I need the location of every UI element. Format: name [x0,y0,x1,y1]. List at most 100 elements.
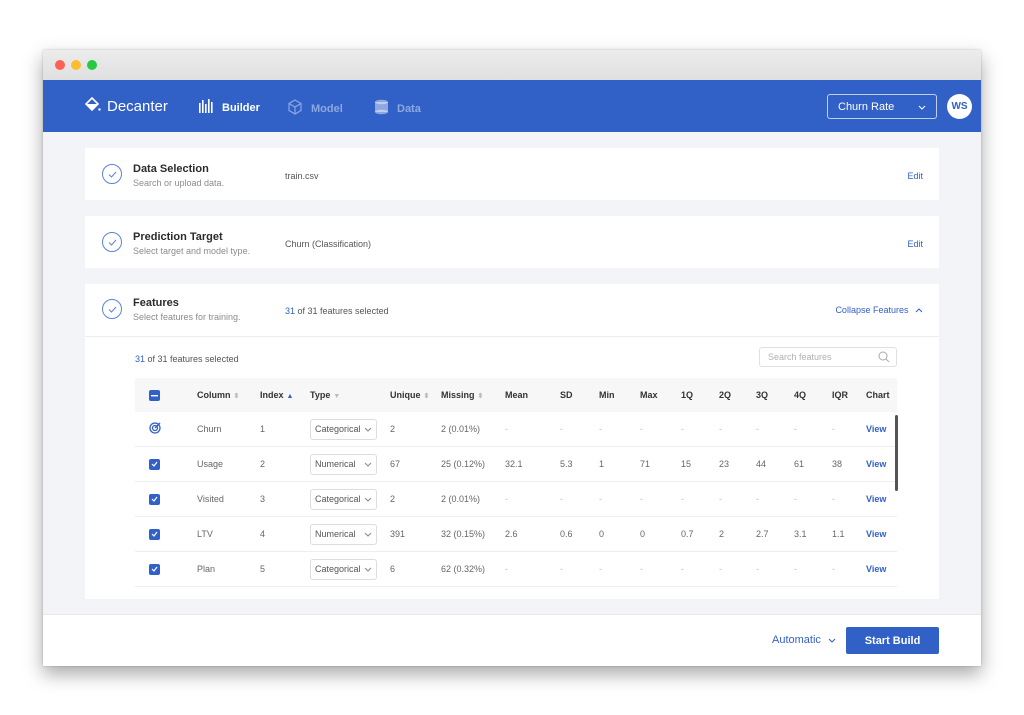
col-header-iqr: IQR [832,378,866,412]
type-select-value: Numerical [315,459,356,469]
filter-icon: ▼ [333,393,341,400]
cell-chart: View [866,551,897,587]
maximize-window-button[interactable] [87,60,97,70]
panel-selected-summary: 31 of 31 features selected [135,354,239,364]
close-window-button[interactable] [55,60,65,70]
cell-iqr: - [832,412,866,447]
collapse-features-link[interactable]: Collapse Features [835,305,923,315]
cell-q4: 61 [794,446,832,482]
cell-column: Visited [197,481,260,517]
cell-column: Plan [197,551,260,587]
nav-data[interactable]: Data [374,99,421,118]
search-features-input[interactable]: Search features [759,347,897,367]
cell-q1: 0.7 [681,516,719,552]
cell-chart: View [866,446,897,482]
cell-type: Categorical [310,551,390,587]
sort-asc-icon: ▲ [286,393,294,400]
col-header-3q: 3Q [756,378,794,412]
features-selected-summary: 31 of 31 features selected [285,306,389,316]
step-value: train.csv [285,171,319,181]
cell-chart: View [866,516,897,552]
table-scrollbar[interactable] [895,415,898,491]
step-data-selection: Data Selection Search or upload data. tr… [85,148,939,200]
cell-column: Usage [197,446,260,482]
col-header-type[interactable]: Type ▼ [310,378,390,412]
row-checkbox[interactable] [149,563,160,575]
step-features: Features Select features for training. 3… [85,284,939,599]
app-window: Decanter Builder Model Data Churn Rate W… [43,50,981,666]
cell-sd: 0.6 [560,516,599,552]
cell-unique: 6 [390,551,441,587]
row-checkbox[interactable] [149,528,160,540]
type-select[interactable]: Numerical [310,453,377,475]
col-header-missing[interactable]: Missing ⬍ [441,378,505,412]
cell-q1: 15 [681,446,719,482]
cell-mean: - [505,481,560,517]
col-header-column[interactable]: Column ⬍ [197,378,260,412]
row-checkbox[interactable] [149,493,160,505]
collapse-features-label: Collapse Features [835,305,909,315]
cell-iqr: - [832,551,866,587]
user-avatar[interactable]: WS [947,94,972,119]
type-select-value: Categorical [315,424,361,434]
title-bar [43,50,981,80]
cell-unique: 2 [390,481,441,517]
build-mode-select[interactable]: Automatic [772,634,836,646]
row-checkbox[interactable] [149,458,160,470]
cell-mean: 32.1 [505,446,560,482]
view-chart-link[interactable]: View [866,564,886,574]
builder-icon [198,99,214,116]
cell-column: LTV [197,516,260,552]
check-circle-icon [102,299,122,319]
cell-sd: - [560,481,599,517]
type-select[interactable]: Categorical [310,558,377,580]
nav-builder[interactable]: Builder [198,99,260,116]
cell-chart: View [866,481,897,517]
cell-missing: 32 (0.15%) [441,516,505,552]
cell-min: - [599,551,640,587]
row-marker [135,551,197,587]
type-select[interactable]: Categorical [310,488,377,510]
cell-column: Churn [197,412,260,447]
cell-min: 1 [599,446,640,482]
cell-index: 1 [260,412,310,447]
chevron-down-icon [364,529,372,539]
database-icon [374,99,389,118]
nav-model[interactable]: Model [287,99,343,118]
view-chart-link[interactable]: View [866,529,886,539]
edit-data-selection-link[interactable]: Edit [907,171,923,181]
cell-sd: 5.3 [560,446,599,482]
edit-prediction-target-link[interactable]: Edit [907,239,923,249]
view-chart-link[interactable]: View [866,494,886,504]
type-select-value: Categorical [315,564,361,574]
row-marker [135,446,197,482]
cell-max: - [640,481,681,517]
col-header-index[interactable]: Index ▲ [260,378,310,412]
cell-index: 2 [260,446,310,482]
step-subtitle: Search or upload data. [133,178,225,188]
brand-logo[interactable]: Decanter [84,96,168,115]
cell-min: 0 [599,516,640,552]
cell-q2: 2 [719,516,756,552]
sort-icon: ⬍ [477,393,484,400]
cell-mean: - [505,551,560,587]
col-header-unique[interactable]: Unique ⬍ [390,378,441,412]
select-all-checkbox[interactable] [135,378,197,412]
search-icon [878,351,890,365]
target-select[interactable]: Churn Rate [827,94,937,119]
type-select[interactable]: Numerical [310,523,377,545]
panel-selected-count: 31 [135,354,146,364]
cell-sd: - [560,551,599,587]
col-header-1q: 1Q [681,378,719,412]
view-chart-link[interactable]: View [866,459,886,469]
cell-type: Categorical [310,481,390,517]
cell-type: Numerical [310,446,390,482]
nav-data-label: Data [397,102,421,115]
cell-min: - [599,412,640,447]
cell-max: - [640,551,681,587]
type-select[interactable]: Categorical [310,418,377,440]
minimize-window-button[interactable] [71,60,81,70]
view-chart-link[interactable]: View [866,424,886,434]
chevron-down-icon [918,101,926,113]
start-build-button[interactable]: Start Build [846,627,939,654]
